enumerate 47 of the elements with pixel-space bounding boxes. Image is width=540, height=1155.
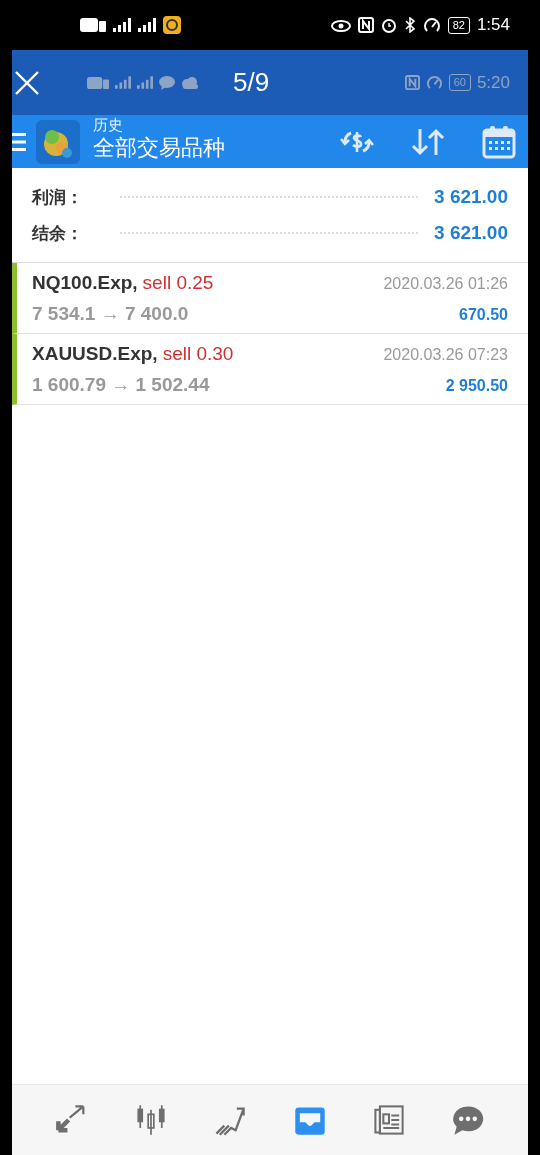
speed-icon <box>422 17 441 33</box>
summary-label: 利润： <box>32 186 84 209</box>
trade-symbol: NQ100.Exp, <box>32 272 138 294</box>
calendar-icon[interactable] <box>482 124 516 159</box>
chat-bubble-icon <box>159 75 175 90</box>
candlestick-icon[interactable] <box>134 1103 168 1137</box>
close-icon[interactable] <box>15 70 39 95</box>
signal-icon <box>113 18 131 32</box>
app-logo-icon[interactable] <box>36 119 80 164</box>
trade-profit: 2 950.50 <box>445 377 508 395</box>
summary-value: 3 621.00 <box>434 186 508 208</box>
cloud-icon <box>181 76 199 89</box>
trade-action: sell 0.25 <box>142 272 214 294</box>
sort-icon[interactable] <box>410 126 446 157</box>
hd-icon <box>87 76 109 89</box>
trade-row[interactable]: NQ100.Exp, sell 0.25 2020.03.26 01:26 7 534.1 → 7 400.0 670.50 <box>12 263 528 334</box>
summary-value: 3 621.00 <box>434 222 508 244</box>
app-icon <box>163 16 181 34</box>
toolbar-title[interactable]: 全部交易品种 <box>93 133 225 162</box>
status-time: 5:20 <box>476 72 510 93</box>
trade-row[interactable]: XAUUSD.Exp, sell 0.30 2020.03.26 07:23 1 600.79 → 1 502.44 2 950.50 <box>12 334 528 405</box>
trade-time: 2020.03.26 01:26 <box>383 275 508 293</box>
chat-icon[interactable] <box>451 1103 486 1137</box>
nfc-icon <box>357 17 374 33</box>
signal-icon <box>138 18 156 32</box>
trade-prices: 1 600.79 → 1 502.44 <box>32 374 210 396</box>
signal-icon <box>115 76 131 89</box>
battery-indicator: 82 <box>447 16 470 34</box>
bluetooth-icon <box>403 17 416 33</box>
page-counter: 5/9 <box>233 67 270 98</box>
summary-label: 结余： <box>32 222 84 245</box>
toolbar-subtitle: 历史 <box>93 115 124 134</box>
alarm-icon <box>380 17 397 33</box>
newspaper-icon[interactable] <box>371 1103 406 1137</box>
battery-indicator: 60 <box>448 74 471 91</box>
trade-time: 2020.03.26 07:23 <box>383 346 508 364</box>
status-time: 1:54 <box>476 15 510 35</box>
trade-prices: 7 534.1 → 7 400.0 <box>32 303 189 325</box>
menu-icon[interactable] <box>12 131 26 152</box>
speed-icon <box>425 75 443 90</box>
trade-profit: 670.50 <box>459 306 508 324</box>
trade-symbol: XAUUSD.Exp, <box>32 343 158 365</box>
eye-icon <box>330 18 351 32</box>
nfc-icon <box>404 75 420 90</box>
hd-icon <box>80 18 106 32</box>
signal-icon <box>137 76 153 89</box>
trade-action: sell 0.30 <box>162 343 234 365</box>
